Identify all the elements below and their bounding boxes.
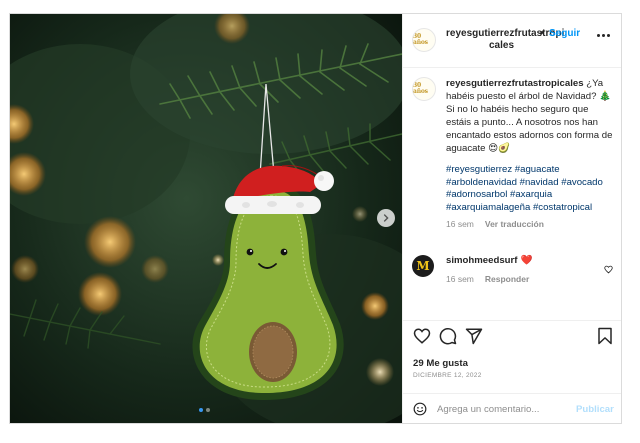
instagram-post: 30 años reyesgutierrezfrutastropi cales … [9, 13, 622, 424]
hashtag-list: #reyesgutierrez #aguacate #arboldenavida… [446, 164, 616, 214]
header-username-line1: reyesgutierrezfrutastropi [446, 28, 565, 39]
hashtag[interactable]: #adornosarbol [446, 189, 507, 200]
carousel-dot-active [199, 408, 203, 412]
hashtag[interactable]: #axarquia [510, 189, 552, 200]
follow-button[interactable]: Seguir [549, 28, 580, 40]
caption-username[interactable]: reyesgutierrezfrutastropicales [446, 78, 584, 89]
save-button[interactable] [596, 327, 614, 350]
comment-meta: 16 sem Responder [446, 274, 529, 284]
hashtag[interactable]: #axarquiamalageña [446, 202, 530, 213]
comment-button[interactable] [439, 327, 457, 350]
carousel-next-button[interactable] [377, 209, 395, 227]
carousel-indicator [199, 408, 210, 412]
comment-time: 16 sem [446, 274, 474, 284]
reply-link[interactable]: Responder [485, 274, 529, 284]
add-comment-bar: Publicar [403, 393, 621, 423]
post-caption: reyesgutierrezfrutastropicales ¿Ya habéi… [446, 77, 616, 155]
translate-link[interactable]: Ver traducción [485, 219, 544, 229]
emoji-button[interactable] [413, 402, 427, 421]
more-options-icon[interactable] [597, 34, 610, 37]
post-photo[interactable] [10, 14, 402, 423]
header-username[interactable]: reyesgutierrezfrutastropi cales [446, 28, 566, 52]
comment: simohmeedsurf ❤️ [446, 255, 532, 266]
post-date: DICIEMBRE 12, 2022 [413, 372, 482, 379]
hashtag[interactable]: #costatropical [533, 202, 592, 213]
caption-avatar[interactable]: 30 años [412, 77, 436, 101]
red-heart-emoji: ❤️ [520, 255, 533, 266]
post-header: 30 años reyesgutierrezfrutastropi cales … [403, 14, 621, 68]
comment-bubble-icon [439, 327, 457, 345]
comment-input[interactable] [437, 401, 567, 417]
avatar-logo-text: 30 años [413, 33, 428, 46]
share-button[interactable] [465, 327, 483, 350]
hashtag[interactable]: #aguacate [515, 164, 560, 175]
bookmark-icon [598, 327, 612, 345]
caption-text: ¿Ya habéis puesto el árbol de Navidad? 🎄… [446, 78, 613, 154]
caption-meta: 16 sem Ver traducción [446, 219, 544, 229]
post-actions [403, 327, 621, 353]
commenter-avatar-letter: M [416, 259, 430, 273]
hashtag[interactable]: #avocado [561, 177, 603, 188]
likes-count[interactable]: 29 Me gusta [413, 358, 468, 369]
like-button[interactable] [413, 327, 431, 350]
heart-icon [413, 328, 431, 344]
comment-username[interactable]: simohmeedsurf [446, 255, 517, 266]
comment-like-button[interactable] [604, 261, 613, 279]
paper-plane-icon [465, 328, 483, 345]
smiley-icon [413, 402, 427, 416]
hashtag[interactable]: #reyesgutierrez [446, 164, 512, 175]
actions-divider [403, 320, 621, 321]
post-side-panel: 30 años reyesgutierrezfrutastropi cales … [402, 14, 621, 423]
hashtag[interactable]: #navidad [520, 177, 559, 188]
carousel-dot [206, 408, 210, 412]
header-username-line2: cales [489, 40, 515, 51]
chevron-right-icon [383, 214, 389, 222]
caption-avatar-logo-text: 30 años [413, 82, 428, 95]
header-separator: • [540, 28, 544, 39]
profile-avatar[interactable]: 30 años [412, 28, 436, 52]
hashtag[interactable]: #arboldenavidad [446, 177, 517, 188]
caption-time: 16 sem [446, 219, 474, 229]
publish-button[interactable]: Publicar [576, 404, 614, 415]
heart-icon [604, 265, 613, 274]
avocado-ornament-image [10, 14, 402, 423]
commenter-avatar[interactable]: M [412, 255, 434, 277]
